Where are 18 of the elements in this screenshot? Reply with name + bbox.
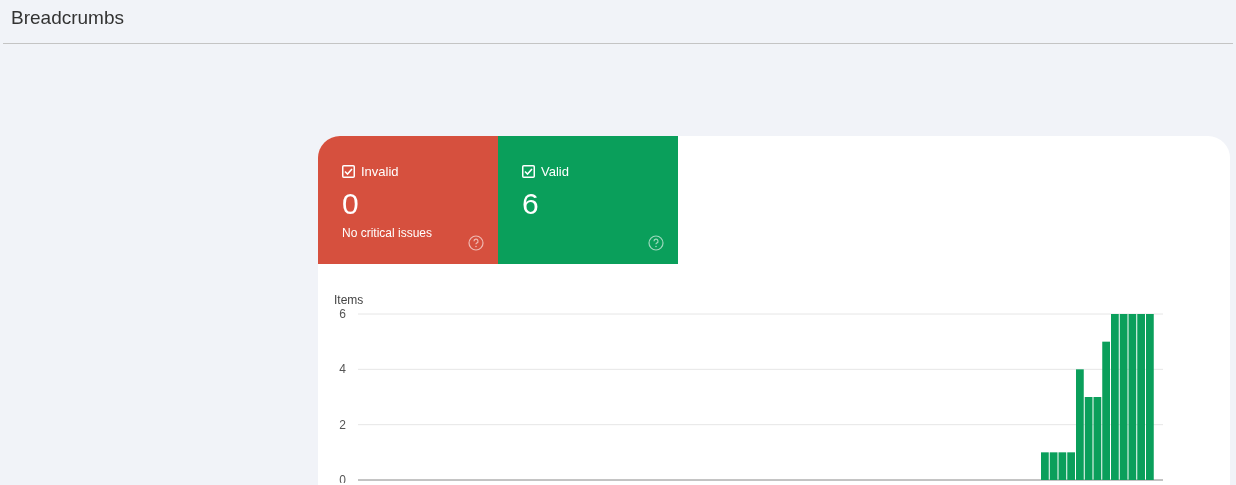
checkbox-icon[interactable] <box>342 165 355 179</box>
axis-title: Items <box>334 294 365 306</box>
checkbox-icon[interactable] <box>522 165 535 179</box>
tick-label: 4 <box>339 362 346 377</box>
status-tile[interactable]: Valid 6 <box>498 136 678 264</box>
bar <box>1049 452 1058 480</box>
status-tile[interactable]: Invalid 0 No critical issues <box>318 136 498 264</box>
help-icon[interactable] <box>468 235 484 251</box>
tick-label: 6 <box>339 307 346 321</box>
help-icon[interactable] <box>648 235 664 251</box>
tile-label: Valid <box>541 163 569 181</box>
bar <box>1058 452 1067 480</box>
tile-label: Invalid <box>361 163 399 181</box>
tile-note: No critical issues <box>342 224 434 242</box>
page-title: Breadcrumbs <box>11 6 125 30</box>
tile-count: 0 <box>342 185 360 222</box>
tick-label: 2 <box>339 417 346 432</box>
tile-count: 6 <box>522 185 540 222</box>
